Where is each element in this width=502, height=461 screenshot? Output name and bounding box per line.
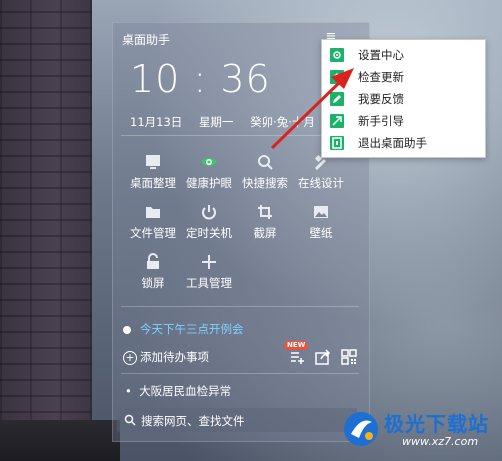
tool-label: 壁纸 — [309, 226, 333, 240]
share-icon[interactable] — [315, 349, 331, 365]
menu-item-guide[interactable]: 新手引导 — [330, 111, 480, 131]
tool-label: 截屏 — [253, 226, 277, 240]
menu-item-feedback[interactable]: 我要反馈 — [330, 89, 480, 109]
event-dot-icon — [123, 325, 131, 334]
watermark-url: www.xz7.com — [402, 435, 479, 448]
crop-icon — [258, 205, 272, 219]
menu-item-label: 设置中心 — [358, 48, 404, 62]
upload-icon — [330, 70, 344, 84]
add-todo-label: 添加待办事项 — [140, 350, 209, 364]
power-icon — [202, 205, 216, 220]
bullet-icon: • — [125, 384, 140, 398]
watermark: 极光下载站 www.xz7.com — [342, 408, 497, 452]
qrcode-icon[interactable] — [341, 349, 357, 365]
menu-item-label: 新手引导 — [358, 114, 404, 128]
gear-icon — [330, 48, 344, 62]
tool-quick-search[interactable]: 快捷搜索 — [236, 153, 294, 191]
lock-icon — [147, 253, 159, 269]
tool-lock-screen[interactable]: 锁屏 — [124, 253, 182, 291]
search-bar[interactable] — [117, 408, 357, 432]
tool-scheduled-shutdown[interactable]: 定时关机 — [180, 203, 238, 241]
lunar-label: 癸卯·兔·十月 — [250, 115, 315, 129]
watermark-name: 极光下载站 — [384, 412, 489, 436]
tool-file-manager[interactable]: 文件管理 — [124, 203, 182, 241]
background-wall — [0, 0, 92, 461]
settings-dropdown-menu: 设置中心 检查更新 我要反馈 新手引导 退出桌面助手 — [321, 39, 486, 158]
tool-label: 快捷搜索 — [242, 176, 288, 190]
tool-label: 文件管理 — [130, 226, 176, 240]
today-event[interactable]: 今天下午三点开例会 — [123, 321, 244, 337]
tool-screenshot[interactable]: 截屏 — [236, 203, 294, 241]
tool-wallpaper[interactable]: 壁纸 — [292, 203, 350, 241]
eye-icon — [201, 158, 217, 166]
tool-online-design[interactable]: 在线设计 — [292, 153, 350, 191]
tool-label: 桌面整理 — [130, 176, 176, 190]
tool-label: 定时关机 — [186, 226, 232, 240]
menu-item-label: 退出桌面助手 — [358, 136, 427, 150]
tool-label: 工具管理 — [186, 276, 232, 290]
watermark-logo-icon — [344, 412, 378, 446]
guide-icon — [330, 114, 344, 128]
clock-time: 10 : 36 — [130, 57, 271, 101]
divider — [121, 306, 359, 307]
date-row: 11月13日 星期一 癸卯·兔·十月 — [130, 114, 328, 130]
add-note-icon[interactable] — [289, 349, 305, 365]
search-input[interactable] — [139, 410, 353, 432]
plus-icon — [202, 255, 216, 269]
menu-item-exit[interactable]: 退出桌面助手 — [330, 133, 480, 153]
menu-item-label: 我要反馈 — [358, 92, 404, 106]
exit-icon — [330, 136, 344, 150]
search-icon — [258, 155, 273, 170]
tool-eye-care[interactable]: 健康护眼 — [180, 153, 238, 191]
today-event-text: 今天下午三点开例会 — [140, 322, 244, 336]
date-label: 11月13日 — [130, 115, 183, 129]
tool-label: 锁屏 — [141, 276, 165, 290]
news-item[interactable]: • 大阪居民血检异常 — [125, 383, 231, 399]
menu-item-settings[interactable]: 设置中心 — [330, 45, 480, 65]
background-floor — [0, 420, 120, 461]
folder-icon — [146, 207, 160, 218]
menu-item-check-update[interactable]: 检查更新 — [330, 67, 480, 87]
tool-manage-tools[interactable]: 工具管理 — [180, 253, 238, 291]
add-todo-button[interactable]: + 添加待办事项 — [123, 349, 209, 365]
image-icon — [314, 206, 328, 218]
add-circle-icon: + — [123, 350, 137, 365]
tool-label: 健康护眼 — [186, 176, 232, 190]
menu-item-label: 检查更新 — [358, 70, 404, 84]
weekday-label: 星期一 — [198, 115, 234, 129]
search-icon — [124, 414, 136, 426]
tool-desktop-organize[interactable]: 桌面整理 — [124, 153, 182, 191]
news-text: 大阪居民血检异常 — [139, 384, 232, 398]
desktop-icon — [146, 155, 160, 169]
edit-icon — [330, 92, 344, 106]
panel-title: 桌面助手 — [122, 33, 171, 47]
divider — [121, 373, 359, 374]
tool-label: 在线设计 — [298, 176, 344, 190]
